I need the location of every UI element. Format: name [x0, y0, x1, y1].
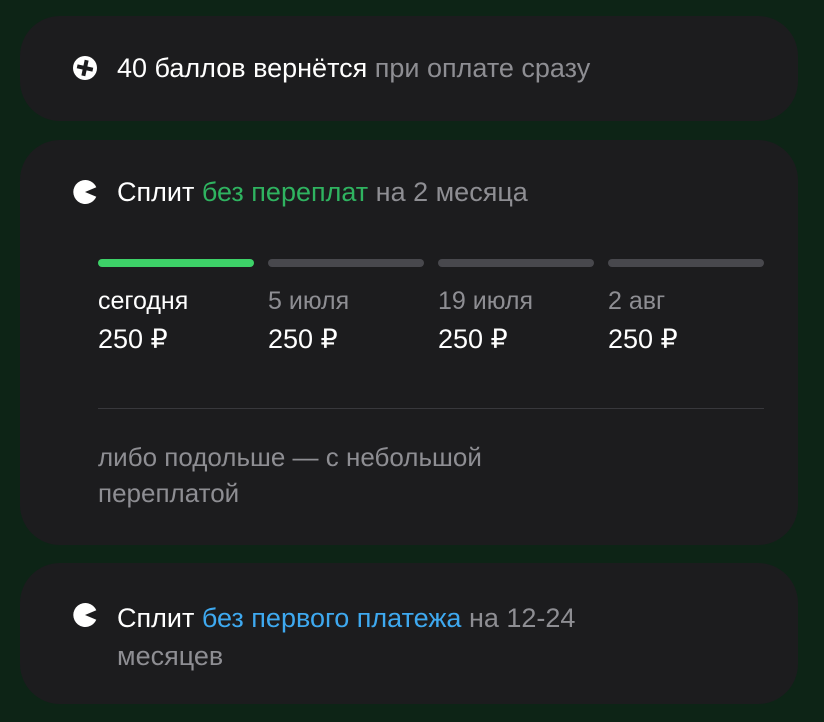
split2-title-highlight: без первого платежа: [201, 603, 462, 633]
points-amount-text: 40 баллов вернётся: [117, 53, 368, 83]
split-icon: [73, 180, 97, 204]
split2-title: Сплит без первого платежа на 12-24 месяц…: [117, 599, 587, 675]
split2-title-prefix: Сплит: [117, 603, 195, 633]
progress-segment-2: [268, 259, 424, 267]
longer-term-option-link[interactable]: либо подольше — с небольшой переплатой: [98, 439, 498, 511]
points-card[interactable]: 40 баллов вернётся при оплате сразу: [20, 16, 798, 121]
payment-item: сегодня 250 ₽: [98, 286, 268, 355]
split-title-row: Сплит без переплат на 2 месяца: [72, 176, 528, 208]
payment-item: 5 июля 250 ₽: [268, 286, 438, 355]
split-title-prefix: Сплит: [117, 177, 195, 207]
payment-item: 2 авг 250 ₽: [608, 286, 778, 355]
payment-date: сегодня: [98, 287, 189, 315]
payment-amount: 250 ₽: [608, 324, 678, 354]
payment-amount: 250 ₽: [98, 324, 168, 354]
progress-segment-4: [608, 259, 764, 267]
payment-date: 2 авг: [608, 287, 666, 315]
split-title-suffix: на 2 месяца: [375, 177, 528, 207]
split-title-highlight: без переплат: [201, 177, 369, 207]
payment-amount: 250 ₽: [438, 324, 508, 354]
payment-amount: 250 ₽: [268, 324, 338, 354]
payment-date: 19 июля: [438, 287, 534, 315]
progress-segment-1: [98, 259, 254, 267]
points-icon: [73, 56, 97, 80]
divider: [98, 408, 764, 409]
payment-item: 19 июля 250 ₽: [438, 286, 608, 355]
split-icon: [73, 603, 97, 627]
points-row: 40 баллов вернётся при оплате сразу: [72, 52, 590, 84]
points-condition-text: при оплате сразу: [374, 53, 591, 83]
progress-segment-3: [438, 259, 594, 267]
split-no-first-payment-card[interactable]: Сплит без первого платежа на 12-24 месяц…: [20, 563, 798, 704]
payment-schedule: сегодня 250 ₽ 5 июля 250 ₽ 19 июля 250 ₽…: [98, 286, 778, 355]
payment-date: 5 июля: [268, 287, 350, 315]
payment-progress-bar: [98, 259, 764, 267]
split2-title-row: Сплит без первого платежа на 12-24 месяц…: [72, 599, 587, 675]
split-card[interactable]: Сплит без переплат на 2 месяца сегодня 2…: [20, 140, 798, 545]
